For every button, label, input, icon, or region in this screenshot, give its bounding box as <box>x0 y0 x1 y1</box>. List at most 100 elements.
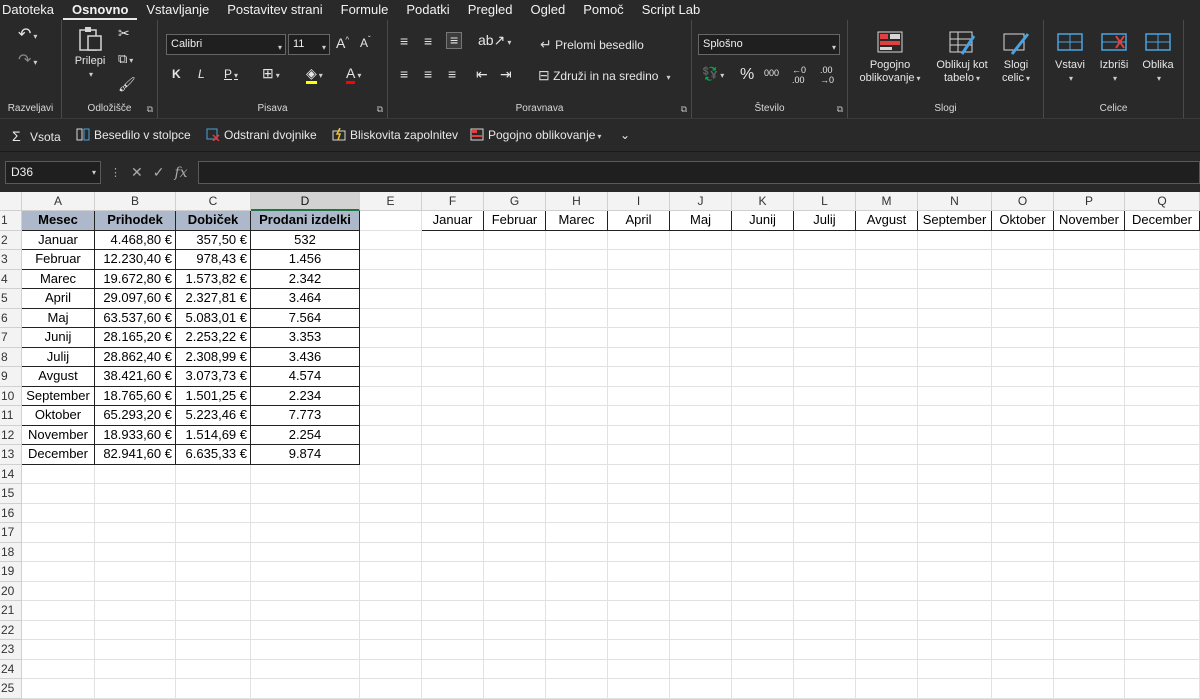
cell-g9[interactable] <box>484 367 546 387</box>
conditional-formatting-button[interactable]: Pogojno oblikovanje ▾ <box>854 30 926 85</box>
cell-b15[interactable] <box>95 484 176 504</box>
cell-e17[interactable] <box>360 523 422 543</box>
cell-c11[interactable]: 5.223,46 € <box>176 406 251 426</box>
cell-o22[interactable] <box>992 620 1054 640</box>
cell-k5[interactable] <box>732 289 794 309</box>
cell-l21[interactable] <box>794 601 856 621</box>
row-header-4[interactable]: 4 <box>0 269 22 289</box>
align-bottom-icon[interactable]: ≡ <box>446 32 463 50</box>
cancel-icon[interactable]: ✕ <box>131 164 143 181</box>
cell-g25[interactable] <box>484 679 546 699</box>
cell-q23[interactable] <box>1125 640 1200 660</box>
cell-f25[interactable] <box>422 679 484 699</box>
format-cells-button[interactable]: Oblika ▾ <box>1138 30 1178 85</box>
cell-e19[interactable] <box>360 562 422 582</box>
cell-e1[interactable] <box>360 211 422 231</box>
enter-icon[interactable]: ✓ <box>153 164 165 181</box>
menu-pomo-[interactable]: Pomoč <box>574 0 632 20</box>
cell-n2[interactable] <box>918 230 992 250</box>
cell-p23[interactable] <box>1054 640 1125 660</box>
cell-a5[interactable]: April <box>22 289 95 309</box>
cell-i22[interactable] <box>608 620 670 640</box>
cell-n6[interactable] <box>918 308 992 328</box>
cell-n8[interactable] <box>918 347 992 367</box>
cell-m14[interactable] <box>856 464 918 484</box>
cell-f7[interactable] <box>422 328 484 348</box>
cell-m22[interactable] <box>856 620 918 640</box>
cell-l3[interactable] <box>794 250 856 270</box>
cell-m18[interactable] <box>856 542 918 562</box>
accounting-format-icon[interactable]: 💱 ▾ <box>702 66 724 81</box>
cell-m8[interactable] <box>856 347 918 367</box>
cell-h8[interactable] <box>546 347 608 367</box>
cell-b25[interactable] <box>95 679 176 699</box>
row-header-17[interactable]: 17 <box>0 523 22 543</box>
cell-b6[interactable]: 63.537,60 € <box>95 308 176 328</box>
cell-a16[interactable] <box>22 503 95 523</box>
cell-d3[interactable]: 1.456 <box>251 250 360 270</box>
cell-o14[interactable] <box>992 464 1054 484</box>
cell-n16[interactable] <box>918 503 992 523</box>
cell-g15[interactable] <box>484 484 546 504</box>
increase-decimal-icon[interactable]: ←0.00 <box>792 65 806 86</box>
cell-j20[interactable] <box>670 581 732 601</box>
cell-p11[interactable] <box>1054 406 1125 426</box>
cell-c13[interactable]: 6.635,33 € <box>176 445 251 465</box>
cell-d10[interactable]: 2.234 <box>251 386 360 406</box>
cell-c3[interactable]: 978,43 € <box>176 250 251 270</box>
cell-a4[interactable]: Marec <box>22 269 95 289</box>
cell-q25[interactable] <box>1125 679 1200 699</box>
cell-q16[interactable] <box>1125 503 1200 523</box>
cell-c2[interactable]: 357,50 € <box>176 230 251 250</box>
cell-n11[interactable] <box>918 406 992 426</box>
column-header-o[interactable]: O <box>992 192 1054 211</box>
cell-p8[interactable] <box>1054 347 1125 367</box>
column-header-p[interactable]: P <box>1054 192 1125 211</box>
formula-input[interactable] <box>198 161 1200 184</box>
cell-g19[interactable] <box>484 562 546 582</box>
cell-j22[interactable] <box>670 620 732 640</box>
cell-a15[interactable] <box>22 484 95 504</box>
cell-b5[interactable]: 29.097,60 € <box>95 289 176 309</box>
cell-p12[interactable] <box>1054 425 1125 445</box>
cell-b13[interactable]: 82.941,60 € <box>95 445 176 465</box>
cell-d21[interactable] <box>251 601 360 621</box>
cell-q19[interactable] <box>1125 562 1200 582</box>
cell-h17[interactable] <box>546 523 608 543</box>
cell-k11[interactable] <box>732 406 794 426</box>
cell-p9[interactable] <box>1054 367 1125 387</box>
cell-p15[interactable] <box>1054 484 1125 504</box>
cell-o17[interactable] <box>992 523 1054 543</box>
cell-j21[interactable] <box>670 601 732 621</box>
cell-p24[interactable] <box>1054 659 1125 679</box>
cell-g21[interactable] <box>484 601 546 621</box>
cell-c1[interactable]: Dobiček <box>176 211 251 231</box>
cell-c18[interactable] <box>176 542 251 562</box>
cell-e13[interactable] <box>360 445 422 465</box>
cell-i11[interactable] <box>608 406 670 426</box>
cell-n20[interactable] <box>918 581 992 601</box>
cell-i7[interactable] <box>608 328 670 348</box>
row-header-10[interactable]: 10 <box>0 386 22 406</box>
cell-i16[interactable] <box>608 503 670 523</box>
cell-g11[interactable] <box>484 406 546 426</box>
cell-l1[interactable]: Julij <box>794 211 856 231</box>
cell-m4[interactable] <box>856 269 918 289</box>
cell-k10[interactable] <box>732 386 794 406</box>
column-header-a[interactable]: A <box>22 192 95 211</box>
cell-i19[interactable] <box>608 562 670 582</box>
cell-a21[interactable] <box>22 601 95 621</box>
cell-e12[interactable] <box>360 425 422 445</box>
cell-j18[interactable] <box>670 542 732 562</box>
cell-n25[interactable] <box>918 679 992 699</box>
cell-q5[interactable] <box>1125 289 1200 309</box>
cell-j9[interactable] <box>670 367 732 387</box>
fill-color-icon[interactable]: ◈ ▾ <box>306 65 323 84</box>
cell-j16[interactable] <box>670 503 732 523</box>
font-size-select[interactable]: 11 ▾ <box>288 34 330 55</box>
cell-b14[interactable] <box>95 464 176 484</box>
cell-e24[interactable] <box>360 659 422 679</box>
cell-c25[interactable] <box>176 679 251 699</box>
cell-f22[interactable] <box>422 620 484 640</box>
cell-m9[interactable] <box>856 367 918 387</box>
